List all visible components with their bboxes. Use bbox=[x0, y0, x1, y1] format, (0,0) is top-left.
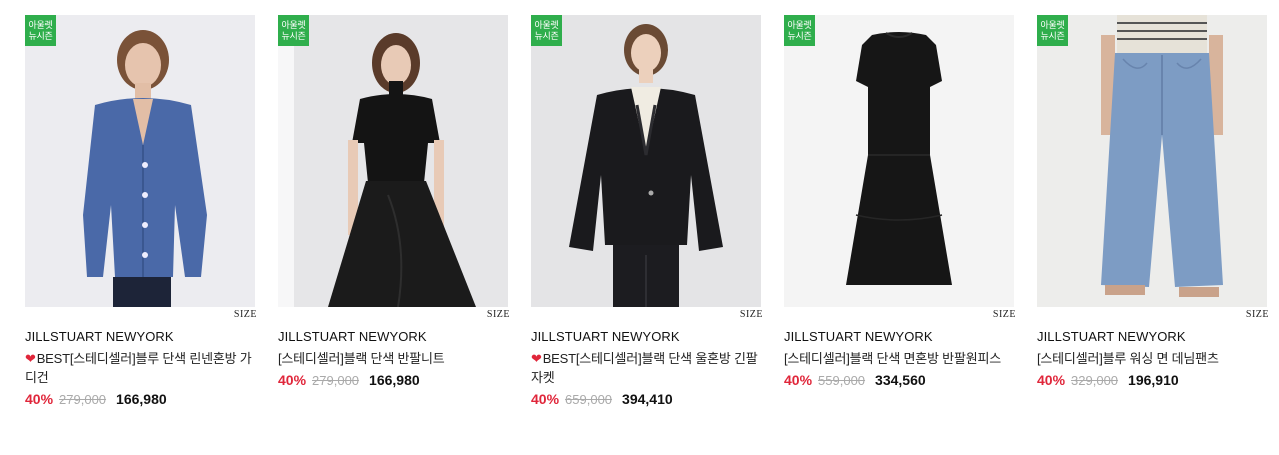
outlet-new-season-badge: 아울렛 뉴시즌 bbox=[531, 15, 562, 46]
discount-rate: 40% bbox=[1037, 372, 1066, 388]
outlet-new-season-badge: 아울렛 뉴시즌 bbox=[25, 15, 56, 46]
product-name[interactable]: [스테디셀러]블루 워싱 면 데님팬츠 bbox=[1037, 349, 1267, 368]
product-card[interactable]: 아울렛 뉴시즌 SIZE JILLSTUART NEWYORK [스테디셀러]블… bbox=[1037, 15, 1269, 407]
product-card[interactable]: 아울렛 뉴시즌 SIZE JILLSTUART NEWYORK ❤BEST[스테… bbox=[25, 15, 257, 407]
sale-price: 334,560 bbox=[875, 372, 926, 388]
sale-price: 196,910 bbox=[1128, 372, 1179, 388]
product-card[interactable]: 아울렛 뉴시즌 SIZE JILLSTUART NEWYORK [스테디셀러]블… bbox=[278, 15, 510, 407]
product-name[interactable]: [스테디셀러]블랙 단색 반팔니트 bbox=[278, 349, 508, 368]
brand-name: JILLSTUART NEWYORK bbox=[531, 329, 680, 344]
original-price: 659,000 bbox=[565, 392, 613, 407]
original-price: 279,000 bbox=[59, 392, 107, 407]
heart-icon: ❤ bbox=[531, 351, 542, 366]
original-price: 559,000 bbox=[818, 373, 866, 388]
product-grid: 아울렛 뉴시즌 SIZE JILLSTUART NEWYORK ❤BEST[스테… bbox=[25, 15, 1269, 407]
heart-icon: ❤ bbox=[25, 351, 36, 366]
price-row: 40% 559,000 334,560 bbox=[784, 372, 1014, 388]
product-image[interactable]: 아울렛 뉴시즌 bbox=[784, 15, 1014, 307]
product-image[interactable]: 아울렛 뉴시즌 bbox=[278, 15, 508, 307]
discount-rate: 40% bbox=[25, 391, 54, 407]
size-label[interactable]: SIZE bbox=[1246, 309, 1269, 320]
product-name[interactable]: [스테디셀러]블랙 단색 면혼방 반팔원피스 bbox=[784, 349, 1014, 368]
brand-name: JILLSTUART NEWYORK bbox=[1037, 329, 1186, 344]
price-row: 40% 279,000 166,980 bbox=[278, 372, 508, 388]
sale-price: 166,980 bbox=[116, 391, 167, 407]
size-label[interactable]: SIZE bbox=[740, 309, 763, 320]
size-label[interactable]: SIZE bbox=[234, 309, 257, 320]
outlet-new-season-badge: 아울렛 뉴시즌 bbox=[1037, 15, 1068, 46]
product-name[interactable]: ❤BEST[스테디셀러]블랙 단색 울혼방 긴팔자켓 bbox=[531, 349, 761, 387]
product-name[interactable]: ❤BEST[스테디셀러]블루 단색 린넨혼방 가디건 bbox=[25, 349, 255, 387]
outlet-new-season-badge: 아울렛 뉴시즌 bbox=[784, 15, 815, 46]
product-image[interactable]: 아울렛 뉴시즌 bbox=[1037, 15, 1267, 307]
product-card[interactable]: 아울렛 뉴시즌 SIZE JILLSTUART NEWYORK [스테디셀러]블… bbox=[784, 15, 1016, 407]
brand-name: JILLSTUART NEWYORK bbox=[278, 329, 427, 344]
size-label[interactable]: SIZE bbox=[993, 309, 1016, 320]
sale-price: 166,980 bbox=[369, 372, 420, 388]
product-image[interactable]: 아울렛 뉴시즌 bbox=[531, 15, 761, 307]
sale-price: 394,410 bbox=[622, 391, 673, 407]
original-price: 279,000 bbox=[312, 373, 360, 388]
price-row: 40% 659,000 394,410 bbox=[531, 391, 761, 407]
discount-rate: 40% bbox=[278, 372, 307, 388]
outlet-new-season-badge: 아울렛 뉴시즌 bbox=[278, 15, 309, 46]
discount-rate: 40% bbox=[531, 391, 560, 407]
brand-name: JILLSTUART NEWYORK bbox=[25, 329, 174, 344]
original-price: 329,000 bbox=[1071, 373, 1119, 388]
size-label[interactable]: SIZE bbox=[487, 309, 510, 320]
brand-name: JILLSTUART NEWYORK bbox=[784, 329, 933, 344]
price-row: 40% 279,000 166,980 bbox=[25, 391, 255, 407]
price-row: 40% 329,000 196,910 bbox=[1037, 372, 1267, 388]
product-card[interactable]: 아울렛 뉴시즌 SIZE JILLSTUART NEWYORK ❤BEST[스테… bbox=[531, 15, 763, 407]
discount-rate: 40% bbox=[784, 372, 813, 388]
product-image[interactable]: 아울렛 뉴시즌 bbox=[25, 15, 255, 307]
